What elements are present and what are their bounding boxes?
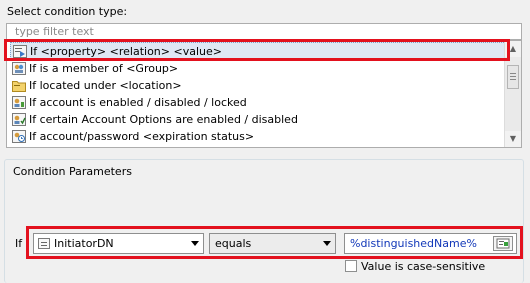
- account-options-icon: [12, 113, 26, 126]
- group-membership-icon: [12, 62, 26, 75]
- expiration-clock-icon: [12, 130, 26, 143]
- case-sensitive-label: Value is case-sensitive: [361, 260, 486, 273]
- highlight-ring-condition: [4, 39, 510, 61]
- if-label: If: [15, 237, 23, 250]
- list-item-account-options[interactable]: If certain Account Options are enabled /…: [10, 111, 506, 128]
- folder-location-icon: [12, 81, 26, 92]
- list-item-label: If account/password <expiration status>: [29, 130, 255, 143]
- filter-input[interactable]: type filter text: [6, 23, 522, 40]
- list-item-label: If is a member of <Group>: [29, 62, 179, 75]
- list-item-group-membership[interactable]: If is a member of <Group>: [10, 60, 506, 77]
- scroll-thumb[interactable]: [507, 65, 519, 89]
- select-condition-type-label: Select condition type:: [7, 5, 128, 18]
- highlight-ring-parameters: [26, 226, 523, 259]
- condition-parameters-title: Condition Parameters: [12, 165, 133, 178]
- list-item-label: If account is enabled / disabled / locke…: [29, 96, 247, 109]
- scroll-down-icon[interactable]: ▼: [505, 131, 521, 147]
- account-state-icon: [12, 96, 26, 109]
- list-item-label: If located under <location>: [29, 79, 182, 92]
- list-item-label: If certain Account Options are enabled /…: [29, 113, 298, 126]
- case-sensitive-checkbox[interactable]: [345, 260, 357, 272]
- list-item-account-state[interactable]: If account is enabled / disabled / locke…: [10, 94, 506, 111]
- list-item-expiration[interactable]: If account/password <expiration status>: [10, 128, 506, 145]
- list-item-location[interactable]: If located under <location>: [10, 77, 506, 94]
